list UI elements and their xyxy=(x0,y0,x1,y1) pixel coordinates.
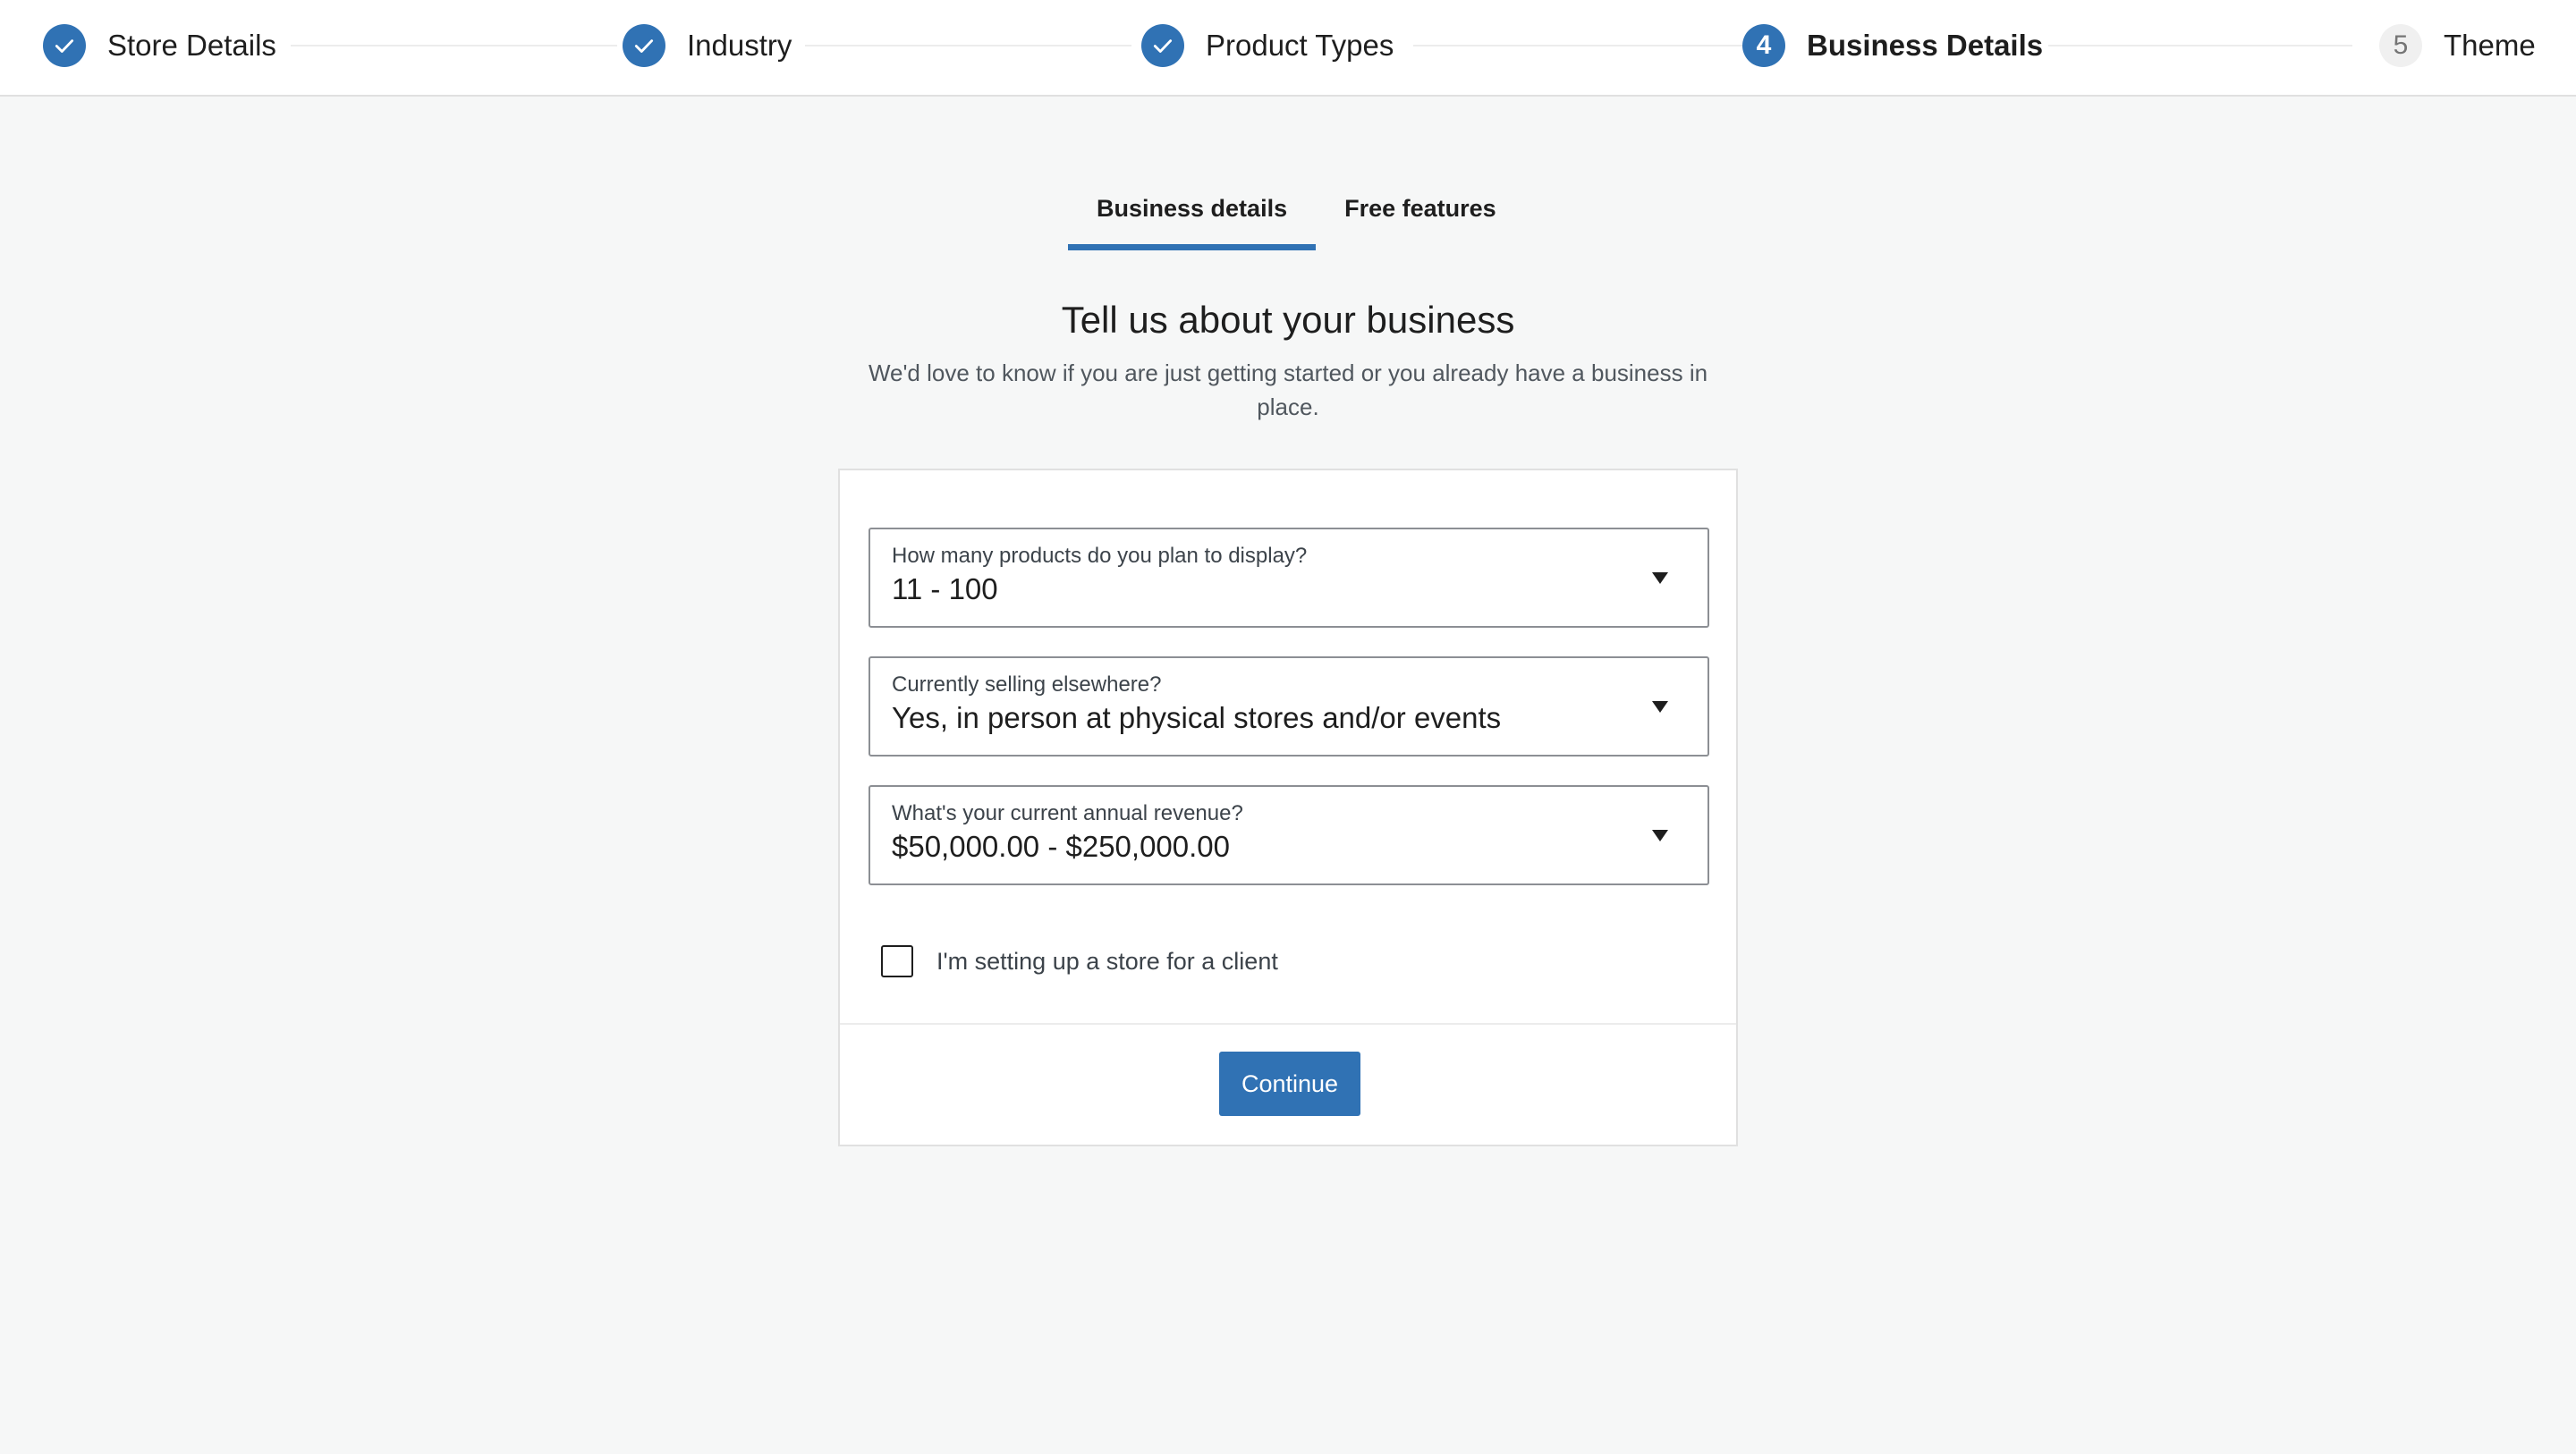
step-connector xyxy=(805,45,1131,46)
step-connector xyxy=(291,45,617,46)
client-store-option[interactable]: I'm setting up a store for a client xyxy=(881,943,1278,980)
step-theme[interactable]: 5 Theme xyxy=(2379,24,2536,67)
select-value: Yes, in person at physical stores and/or… xyxy=(892,701,1502,734)
step-label: Industry xyxy=(687,29,792,62)
dropdown-arrow-icon xyxy=(1652,572,1668,584)
client-store-checkbox-label[interactable]: I'm setting up a store for a client xyxy=(936,948,1278,976)
step-business-details[interactable]: 4 Business Details xyxy=(1742,24,2043,67)
select-value: $50,000.00 - $250,000.00 xyxy=(892,830,1231,863)
select-value: 11 - 100 xyxy=(892,572,998,605)
step-number-badge: 5 xyxy=(2379,24,2422,67)
onboarding-stepper: Store Details Industry Product Types 4 B… xyxy=(0,0,2576,97)
select-label: What's your current annual revenue? xyxy=(892,801,1243,825)
checkmark-icon xyxy=(623,24,665,67)
tab-business-details[interactable]: Business details xyxy=(1068,172,1317,250)
business-details-card: How many products do you plan to display… xyxy=(838,469,1738,1146)
step-connector xyxy=(2048,45,2352,46)
client-store-checkbox[interactable] xyxy=(881,945,913,977)
dropdown-arrow-icon xyxy=(1652,830,1668,841)
step-industry[interactable]: Industry xyxy=(623,24,792,67)
page-subtitle: We'd love to know if you are just gettin… xyxy=(868,359,1708,420)
step-product-types[interactable]: Product Types xyxy=(1141,24,1394,67)
step-label: Theme xyxy=(2444,29,2536,62)
tab-bar: Business details Free features xyxy=(1068,172,1525,250)
page-title: Tell us about your business xyxy=(1061,299,1515,341)
annual-revenue-select[interactable]: What's your current annual revenue? $50,… xyxy=(869,785,1709,885)
dropdown-arrow-icon xyxy=(1652,701,1668,713)
checkmark-icon xyxy=(1141,24,1184,67)
step-label: Business Details xyxy=(1807,29,2044,62)
step-label: Product Types xyxy=(1206,29,1394,62)
tab-free-features[interactable]: Free features xyxy=(1316,172,1525,250)
select-label: How many products do you plan to display… xyxy=(892,544,1308,568)
selling-elsewhere-select[interactable]: Currently selling elsewhere? Yes, in per… xyxy=(869,656,1709,757)
step-store-details[interactable]: Store Details xyxy=(43,24,276,67)
products-count-select[interactable]: How many products do you plan to display… xyxy=(869,528,1709,628)
step-number-badge: 4 xyxy=(1742,24,1785,67)
continue-button[interactable]: Continue xyxy=(1219,1052,1360,1116)
select-label: Currently selling elsewhere? xyxy=(892,672,1162,697)
step-connector xyxy=(1413,45,1753,46)
step-label: Store Details xyxy=(107,29,276,62)
checkmark-icon xyxy=(43,24,86,67)
